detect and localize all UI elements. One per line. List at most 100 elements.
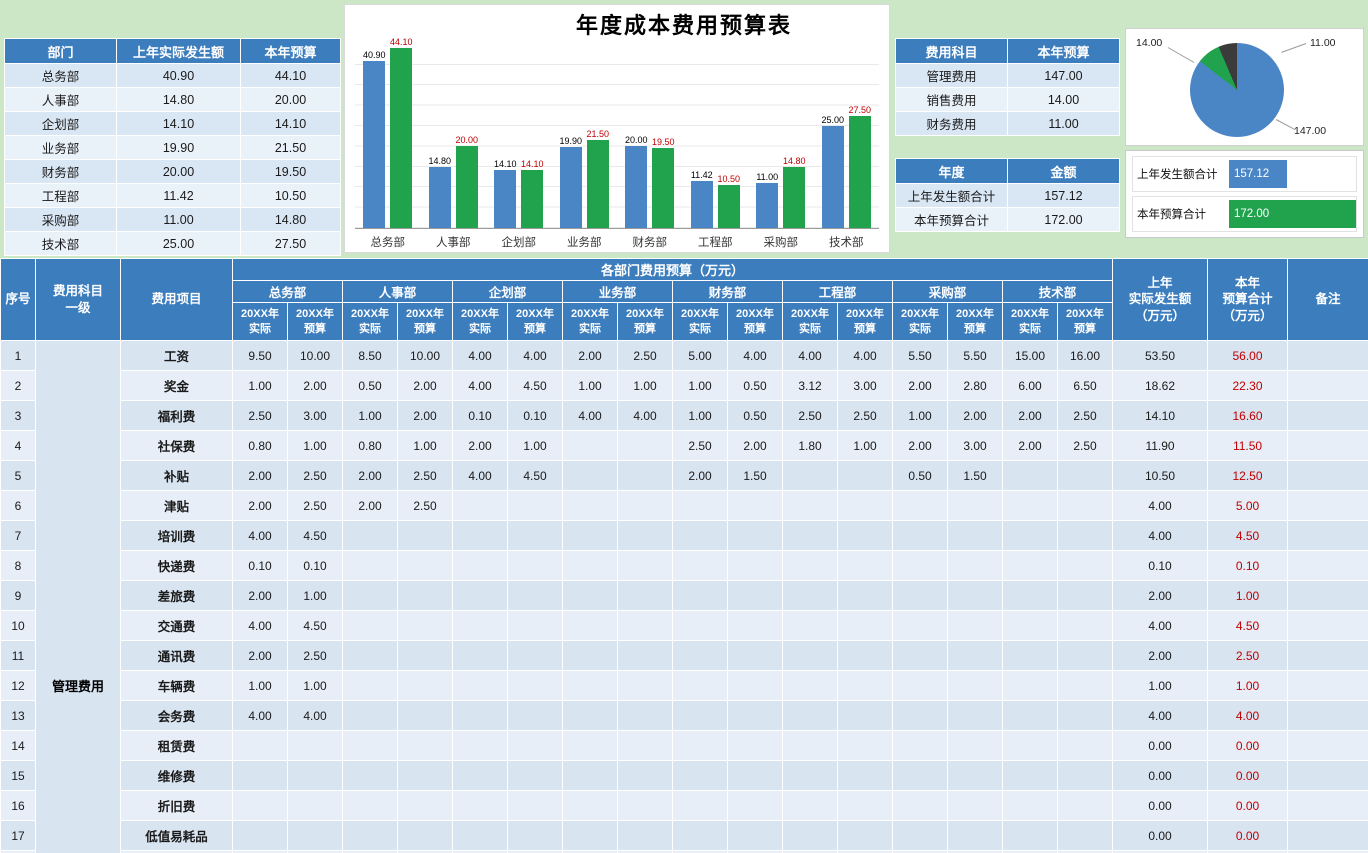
value-cell[interactable]: 1.00 [343, 401, 398, 431]
value-cell[interactable]: 3.00 [838, 371, 893, 401]
table-cell[interactable]: 采购部 [5, 208, 117, 232]
value-cell[interactable] [893, 791, 948, 821]
value-cell[interactable] [838, 701, 893, 731]
value-cell[interactable]: 3.00 [948, 431, 1003, 461]
value-cell[interactable]: 6.00 [1003, 371, 1058, 401]
value-cell[interactable] [838, 611, 893, 641]
value-cell[interactable] [618, 431, 673, 461]
col-header-no[interactable]: 序号 [1, 259, 36, 341]
value-cell[interactable] [618, 641, 673, 671]
value-cell[interactable]: 4.50 [508, 371, 563, 401]
value-cell[interactable] [343, 641, 398, 671]
table-cell[interactable]: 财务部 [5, 160, 117, 184]
value-cell[interactable] [1058, 671, 1113, 701]
value-cell[interactable]: 2.50 [288, 461, 343, 491]
col-header-remark[interactable]: 备注 [1288, 259, 1368, 341]
value-cell[interactable]: 8.50 [343, 341, 398, 371]
row-number-cell[interactable]: 13 [1, 701, 36, 731]
value-cell[interactable]: 2.00 [398, 401, 453, 431]
value-cell[interactable] [398, 671, 453, 701]
dept-header[interactable]: 采购部 [893, 281, 1003, 303]
value-cell[interactable]: 1.00 [563, 371, 618, 401]
value-cell[interactable] [1058, 461, 1113, 491]
sub-header-budget[interactable]: 20XX年 预算 [618, 303, 673, 341]
budget-total-cell[interactable]: 4.50 [1208, 611, 1288, 641]
value-cell[interactable] [618, 821, 673, 851]
remark-cell[interactable] [1288, 431, 1368, 461]
value-cell[interactable] [343, 761, 398, 791]
sub-header-budget[interactable]: 20XX年 预算 [948, 303, 1003, 341]
budget-total-cell[interactable]: 4.50 [1208, 521, 1288, 551]
value-cell[interactable]: 1.00 [618, 371, 673, 401]
value-cell[interactable] [673, 641, 728, 671]
bar-chart-panel[interactable]: 40.9044.1014.8020.0014.1014.1019.9021.50… [344, 4, 890, 253]
value-cell[interactable] [508, 821, 563, 851]
value-cell[interactable] [948, 821, 1003, 851]
table-cell[interactable]: 20.00 [117, 160, 241, 184]
value-cell[interactable] [288, 731, 343, 761]
value-cell[interactable]: 1.00 [673, 371, 728, 401]
value-cell[interactable]: 1.00 [288, 671, 343, 701]
value-cell[interactable] [783, 551, 838, 581]
value-cell[interactable] [673, 761, 728, 791]
value-cell[interactable] [893, 821, 948, 851]
value-cell[interactable]: 4.00 [728, 341, 783, 371]
value-cell[interactable]: 2.00 [398, 371, 453, 401]
value-cell[interactable]: 2.50 [1058, 431, 1113, 461]
table-cell[interactable]: 技术部 [5, 232, 117, 256]
value-cell[interactable] [398, 521, 453, 551]
value-cell[interactable] [893, 581, 948, 611]
value-cell[interactable]: 15.00 [1003, 341, 1058, 371]
value-cell[interactable] [563, 641, 618, 671]
value-cell[interactable]: 2.50 [1058, 401, 1113, 431]
remark-cell[interactable] [1288, 611, 1368, 641]
value-cell[interactable] [1058, 641, 1113, 671]
table-cell[interactable]: 11.00 [117, 208, 241, 232]
value-cell[interactable] [618, 671, 673, 701]
budget-total-cell[interactable]: 0.10 [1208, 551, 1288, 581]
value-cell[interactable] [673, 671, 728, 701]
year-col-header[interactable]: 年度 [896, 159, 1008, 184]
value-cell[interactable] [838, 521, 893, 551]
value-cell[interactable] [343, 521, 398, 551]
value-cell[interactable]: 4.00 [453, 341, 508, 371]
table-cell[interactable]: 19.50 [241, 160, 341, 184]
item-cell[interactable]: 维修费 [121, 761, 233, 791]
item-cell[interactable]: 交通费 [121, 611, 233, 641]
value-cell[interactable] [948, 731, 1003, 761]
lastyear-total-cell[interactable]: 0.00 [1113, 761, 1208, 791]
lastyear-total-cell[interactable]: 0.00 [1113, 821, 1208, 851]
row-number-cell[interactable]: 16 [1, 791, 36, 821]
value-cell[interactable] [1003, 461, 1058, 491]
value-cell[interactable] [783, 731, 838, 761]
budget-total-cell[interactable]: 12.50 [1208, 461, 1288, 491]
row-number-cell[interactable]: 3 [1, 401, 36, 431]
remark-cell[interactable] [1288, 461, 1368, 491]
row-number-cell[interactable]: 15 [1, 761, 36, 791]
remark-cell[interactable] [1288, 821, 1368, 851]
value-cell[interactable] [563, 671, 618, 701]
item-cell[interactable]: 津贴 [121, 491, 233, 521]
value-cell[interactable]: 1.00 [838, 431, 893, 461]
budget-total-cell[interactable]: 0.00 [1208, 821, 1288, 851]
remark-cell[interactable] [1288, 731, 1368, 761]
value-cell[interactable] [838, 581, 893, 611]
value-cell[interactable] [1003, 641, 1058, 671]
lastyear-total-cell[interactable]: 2.00 [1113, 641, 1208, 671]
item-cell[interactable]: 低值易耗品 [121, 821, 233, 851]
value-cell[interactable]: 1.00 [288, 431, 343, 461]
value-cell[interactable] [398, 791, 453, 821]
table-cell[interactable]: 157.12 [1008, 184, 1120, 208]
row-number-cell[interactable]: 1 [1, 341, 36, 371]
value-cell[interactable] [398, 551, 453, 581]
value-cell[interactable] [783, 491, 838, 521]
budget-total-cell[interactable]: 22.30 [1208, 371, 1288, 401]
budget-total-cell[interactable]: 5.00 [1208, 491, 1288, 521]
lastyear-total-cell[interactable]: 2.00 [1113, 581, 1208, 611]
value-cell[interactable] [1003, 581, 1058, 611]
value-cell[interactable]: 1.80 [783, 431, 838, 461]
value-cell[interactable] [398, 821, 453, 851]
value-cell[interactable] [783, 791, 838, 821]
value-cell[interactable] [563, 551, 618, 581]
value-cell[interactable] [288, 791, 343, 821]
